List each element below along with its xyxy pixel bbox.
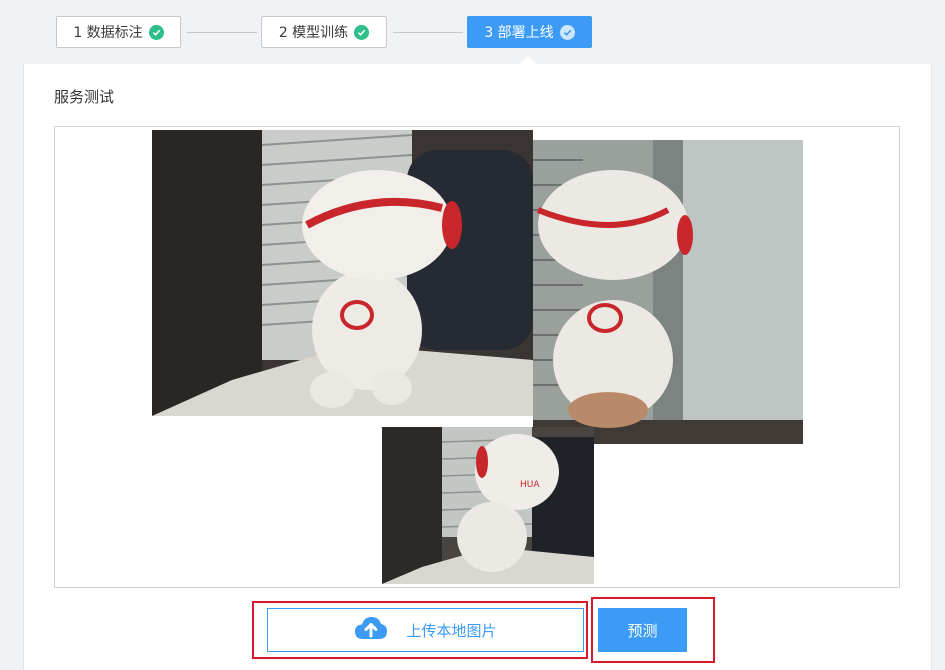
step-label: 3 部署上线 <box>484 25 554 41</box>
step-data-labeling[interactable]: 1 数据标注 <box>56 16 181 48</box>
uploaded-photo: HUA <box>382 427 594 584</box>
step-connector <box>187 32 257 33</box>
highlight-box-predict <box>591 597 715 663</box>
check-circle-icon <box>148 24 164 40</box>
step-deploy[interactable]: 3 部署上线 <box>467 16 592 48</box>
uploaded-photo <box>152 130 533 416</box>
section-title: 服务测试 <box>54 88 115 106</box>
step-model-training[interactable]: 2 模型训练 <box>261 16 387 48</box>
step-label: 1 数据标注 <box>73 25 143 41</box>
image-preview-area: HUA <box>54 126 900 588</box>
uploaded-photo <box>533 140 803 444</box>
step-connector <box>393 32 463 33</box>
step-label: 2 模型训练 <box>278 25 349 41</box>
highlight-box-upload <box>252 601 588 659</box>
check-circle-icon <box>559 24 575 40</box>
check-circle-icon <box>354 24 370 40</box>
steps-bar: 1 数据标注 2 模型训练 3 部署上线 <box>0 0 945 65</box>
svg-text:HUA: HUA <box>520 480 540 490</box>
